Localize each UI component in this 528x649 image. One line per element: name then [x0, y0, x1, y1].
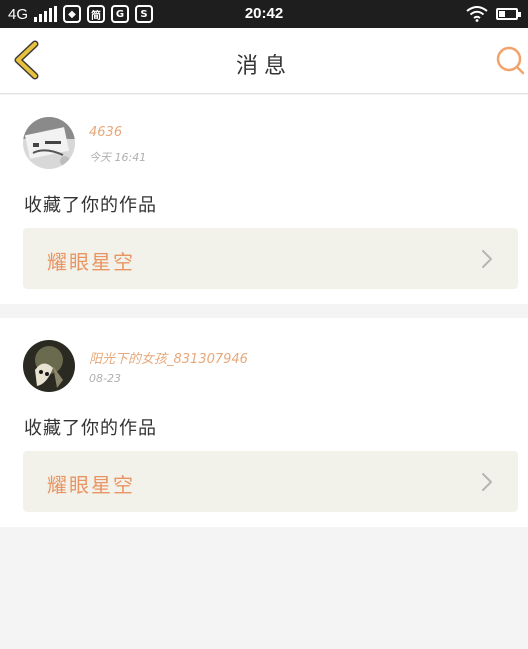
chevron-right-icon: [482, 250, 492, 268]
avatar[interactable]: [23, 117, 75, 169]
chevron-right-icon: [482, 473, 492, 491]
timestamp: 08-23: [89, 372, 121, 385]
wifi-icon: [466, 6, 488, 22]
work-link[interactable]: 耀眼星空: [23, 451, 518, 512]
message-item: 4636 今天 16:41 收藏了你的作品 耀眼星空: [0, 95, 528, 304]
work-title: 耀眼星空: [47, 473, 135, 497]
battery-icon: [496, 8, 521, 20]
work-title: 耀眼星空: [47, 250, 135, 274]
status-right: [466, 4, 521, 24]
status-bar: 4G ◆ 简 G S 20:42: [0, 0, 528, 28]
message-item: 阳光下的女孩_831307946 08-23 收藏了你的作品 耀眼星空: [0, 318, 528, 527]
work-link[interactable]: 耀眼星空: [23, 228, 518, 289]
timestamp: 今天 16:41: [89, 151, 147, 164]
action-text: 收藏了你的作品: [24, 195, 157, 216]
search-button[interactable]: [494, 44, 526, 76]
search-icon: [496, 46, 525, 75]
action-text: 收藏了你的作品: [24, 418, 157, 439]
username[interactable]: 阳光下的女孩_831307946: [89, 348, 248, 367]
page-title: 消息: [235, 54, 292, 79]
username[interactable]: 4636: [89, 125, 122, 140]
header: 消息: [0, 28, 528, 94]
avatar[interactable]: [23, 340, 75, 392]
clock: 20:42: [244, 5, 284, 22]
